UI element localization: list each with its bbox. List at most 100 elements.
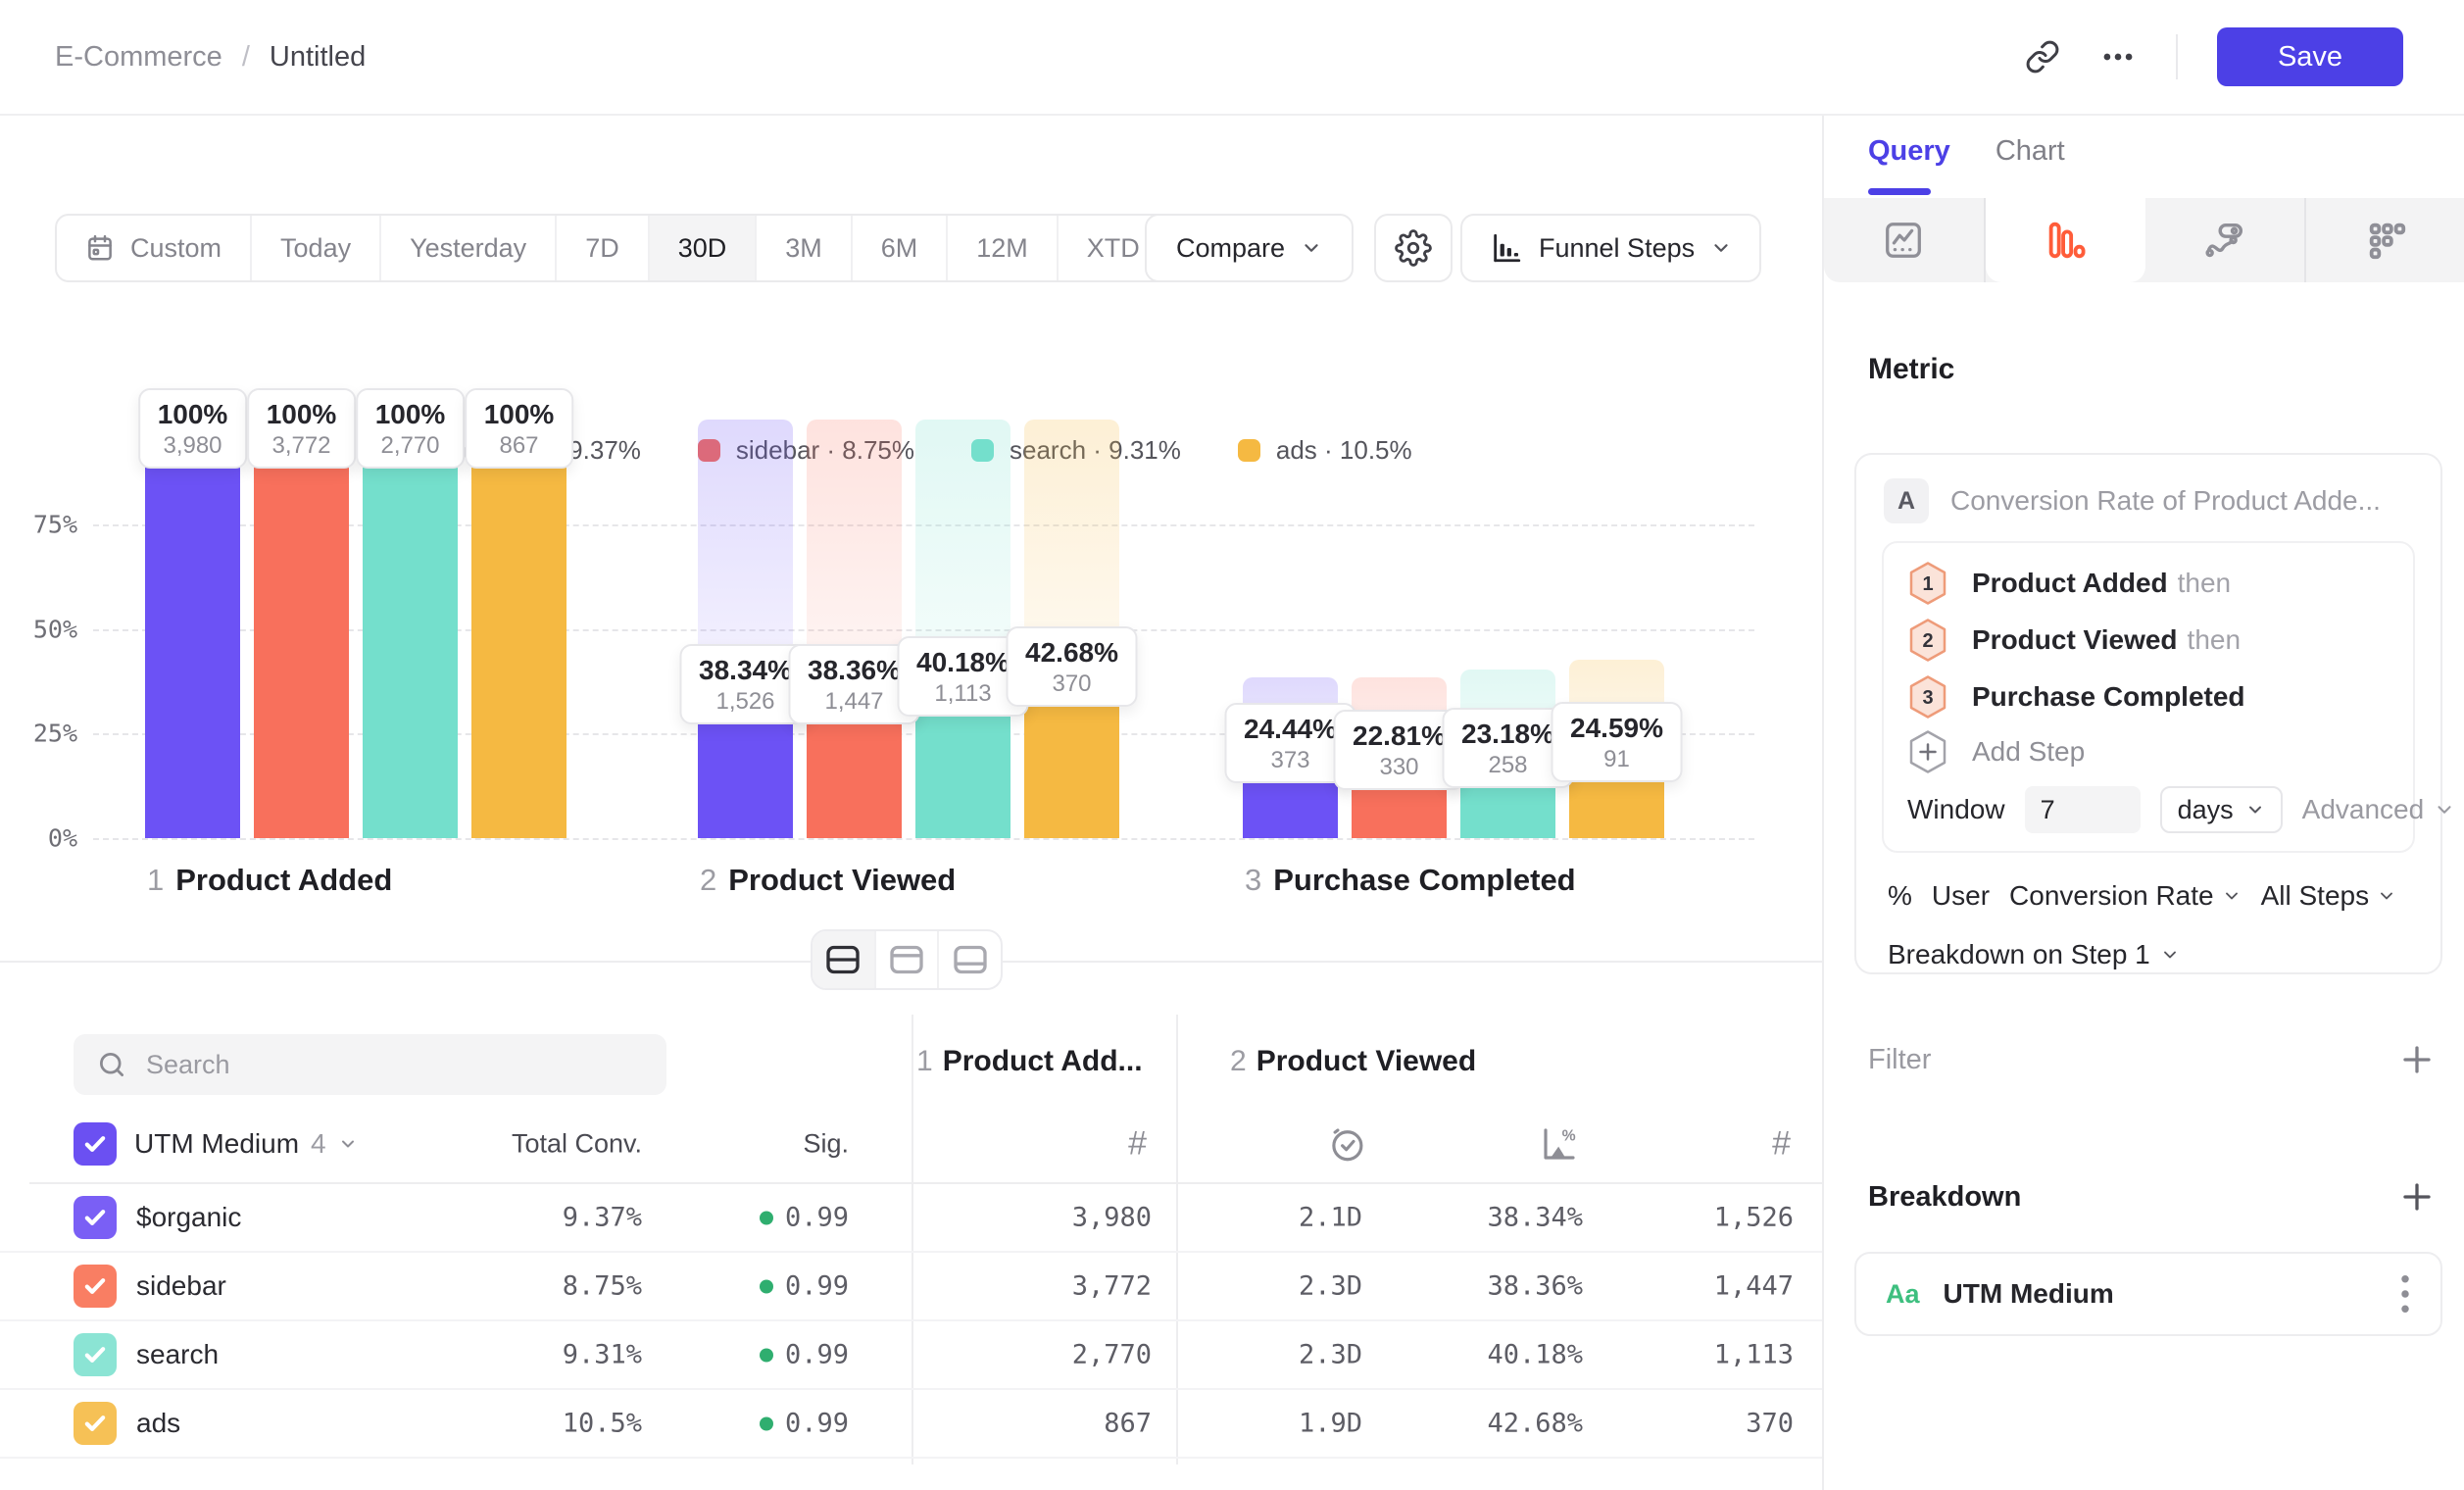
measure-row: % User Conversion Rate All Steps bbox=[1888, 880, 2396, 912]
more-menu-button[interactable] bbox=[2099, 38, 2137, 75]
table-step1-header: 1Product Add... bbox=[916, 1045, 1143, 1078]
breakdown-column-header[interactable]: UTM Medium 4 bbox=[134, 1128, 358, 1160]
row-name: sidebar bbox=[136, 1270, 226, 1302]
add-breakdown-button[interactable] bbox=[2399, 1179, 2435, 1215]
row-name: $organic bbox=[136, 1202, 241, 1233]
funnel-step-item[interactable]: 2Product Viewedthen bbox=[1907, 612, 2390, 669]
gear-icon bbox=[1395, 229, 1432, 267]
breakdown-on-step-dropdown[interactable]: Breakdown on Step 1 bbox=[1888, 939, 2180, 970]
compare-button[interactable]: Compare bbox=[1145, 214, 1354, 282]
funnel-bars-icon bbox=[2043, 218, 2088, 263]
row-step1-count: 3,980 bbox=[1072, 1203, 1152, 1233]
funnel-chart-icon bbox=[1490, 231, 1523, 265]
string-property-icon: Aa bbox=[1886, 1279, 1920, 1310]
layout-chart-only-button[interactable] bbox=[874, 931, 938, 988]
funnel-bar[interactable] bbox=[254, 420, 349, 838]
funnel-tab[interactable] bbox=[1986, 198, 2145, 282]
conversion-chart-icon[interactable]: % bbox=[1539, 1123, 1580, 1165]
y-axis-tick: 25% bbox=[33, 720, 77, 748]
funnel-bar[interactable] bbox=[145, 420, 240, 838]
sig-column-header[interactable]: Sig. bbox=[803, 1129, 849, 1160]
sig-dot-icon bbox=[760, 1348, 773, 1362]
search-icon bbox=[97, 1050, 126, 1079]
bar-value-label: 100%867 bbox=[465, 388, 574, 469]
layout-top-icon bbox=[887, 940, 926, 979]
range-yesterday[interactable]: Yesterday bbox=[379, 216, 555, 280]
row-checkbox[interactable] bbox=[74, 1196, 117, 1239]
date-range-segmented-control: CustomTodayYesterday7D30D3M6M12MXTD bbox=[55, 214, 1206, 282]
breakdown-item[interactable]: Aa UTM Medium bbox=[1854, 1252, 2442, 1336]
timer-check-icon[interactable] bbox=[1326, 1123, 1367, 1165]
row-checkbox[interactable] bbox=[74, 1402, 117, 1445]
chevron-down-icon bbox=[2222, 886, 2242, 906]
search-input[interactable] bbox=[146, 1050, 643, 1080]
row-step2-conv: 40.18% bbox=[1487, 1340, 1583, 1370]
chevron-down-icon bbox=[338, 1134, 358, 1154]
range-custom[interactable]: Custom bbox=[57, 216, 250, 280]
row-checkbox[interactable] bbox=[74, 1333, 117, 1376]
breadcrumb: E-Commerce / Untitled bbox=[55, 41, 366, 74]
range-12m[interactable]: 12M bbox=[946, 216, 1057, 280]
funnel-bar[interactable] bbox=[363, 420, 458, 838]
top-bar: E-Commerce / Untitled Save bbox=[0, 0, 2464, 116]
count-column-icon[interactable]: # bbox=[1128, 1125, 1147, 1164]
retention-tab[interactable] bbox=[2145, 198, 2307, 282]
measure-type-dropdown[interactable]: Conversion Rate bbox=[2009, 880, 2242, 912]
measure-user-dropdown[interactable]: User bbox=[1932, 880, 1990, 912]
row-checkbox[interactable] bbox=[74, 1265, 117, 1308]
total-conv-column-header[interactable]: Total Conv. bbox=[512, 1129, 642, 1160]
add-filter-button[interactable] bbox=[2399, 1042, 2435, 1077]
insights-icon bbox=[1881, 218, 1926, 263]
row-significance: 0.99 bbox=[760, 1203, 849, 1233]
step-event-name: Product Viewedthen bbox=[1972, 624, 2241, 656]
metric-title: Conversion Rate of Product Adde... bbox=[1950, 485, 2381, 517]
kebab-menu-icon[interactable] bbox=[2399, 1272, 2411, 1316]
range-6m[interactable]: 6M bbox=[851, 216, 947, 280]
row-significance: 0.99 bbox=[760, 1409, 849, 1439]
range-7d[interactable]: 7D bbox=[555, 216, 648, 280]
row-step2-count: 370 bbox=[1746, 1409, 1794, 1439]
measure-scope-dropdown[interactable]: All Steps bbox=[2261, 880, 2397, 912]
gridline bbox=[93, 838, 1754, 840]
active-tab-underline bbox=[1868, 188, 1931, 195]
row-significance: 0.99 bbox=[760, 1340, 849, 1370]
layout-split-button[interactable] bbox=[813, 931, 874, 988]
row-step2-conv: 42.68% bbox=[1487, 1409, 1583, 1439]
tab-chart[interactable]: Chart bbox=[1996, 135, 2065, 168]
range-30d[interactable]: 30D bbox=[648, 216, 756, 280]
chevron-down-icon bbox=[2245, 800, 2265, 820]
bar-value-label: 100%3,772 bbox=[247, 388, 357, 469]
tab-query[interactable]: Query bbox=[1868, 135, 1950, 168]
select-all-checkbox[interactable] bbox=[74, 1122, 117, 1166]
share-link-button[interactable] bbox=[2025, 39, 2060, 74]
metric-title-row[interactable]: A Conversion Rate of Product Adde... bbox=[1856, 455, 2440, 541]
insights-tab[interactable] bbox=[1824, 198, 1986, 282]
y-axis-tick: 75% bbox=[33, 510, 77, 538]
query-panel: Query Chart Metric A Conversion Rate of … bbox=[1822, 116, 2464, 1490]
range-3m[interactable]: 3M bbox=[755, 216, 851, 280]
chart-type-dropdown[interactable]: Funnel Steps bbox=[1460, 214, 1761, 282]
chevron-down-icon bbox=[1301, 237, 1322, 259]
funnel-chart: 75%50%25%0%100%3,98038.34%1,52624.44%373… bbox=[93, 420, 1754, 838]
breadcrumb-parent[interactable]: E-Commerce bbox=[55, 41, 222, 74]
sig-dot-icon bbox=[760, 1279, 773, 1293]
flows-tab[interactable] bbox=[2306, 198, 2464, 282]
chart-settings-button[interactable] bbox=[1374, 214, 1453, 282]
chevron-down-icon bbox=[1710, 237, 1732, 259]
row-significance: 0.99 bbox=[760, 1271, 849, 1302]
range-today[interactable]: Today bbox=[250, 216, 379, 280]
breadcrumb-current[interactable]: Untitled bbox=[270, 41, 366, 74]
table-row: search9.31%0.992,7702.3D40.18%1,113 bbox=[0, 1321, 1822, 1390]
sig-dot-icon bbox=[760, 1416, 773, 1430]
funnel-bar[interactable] bbox=[471, 420, 567, 838]
add-step-button[interactable]: Add Step bbox=[1907, 725, 2390, 778]
advanced-dropdown[interactable]: Advanced bbox=[2302, 794, 2456, 825]
count-column-icon[interactable]: # bbox=[1772, 1125, 1791, 1164]
window-unit-dropdown[interactable]: days bbox=[2160, 786, 2283, 833]
funnel-step-item[interactable]: 3Purchase Completed bbox=[1907, 669, 2390, 725]
funnel-step-item[interactable]: 1Product Addedthen bbox=[1907, 555, 2390, 612]
layout-table-only-button[interactable] bbox=[937, 931, 1001, 988]
window-value-input[interactable] bbox=[2025, 786, 2141, 833]
save-button[interactable]: Save bbox=[2217, 27, 2403, 86]
layout-bottom-icon bbox=[951, 940, 990, 979]
